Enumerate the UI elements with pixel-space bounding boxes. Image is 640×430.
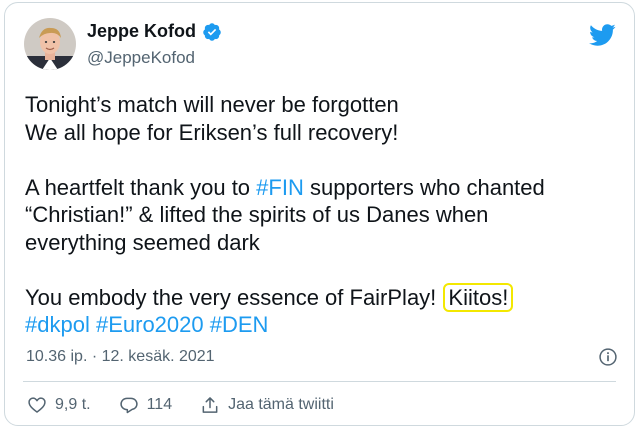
tweet-line: We all hope for Eriksen’s full recovery! [25, 119, 399, 145]
tweet-line: A heartfelt thank you to #FIN supporters… [25, 174, 625, 202]
tweet-line: You embody the very essence of FairPlay!… [25, 282, 625, 312]
hashtag-link[interactable]: #dkpol [25, 312, 90, 337]
tweet-text: Tonight’s match will never be forgotten … [25, 91, 625, 339]
tweet-card: Jeppe Kofod @JeppeKofod Tonight’s match … [4, 2, 635, 426]
tweet-text-segment: supporters who chanted [303, 174, 545, 200]
action-bar: 9,9 t. 114 Jaa tämä twiitti [27, 395, 362, 415]
tweet-text-segment: You embody the very essence of FairPlay! [25, 284, 443, 310]
info-icon[interactable] [598, 347, 618, 367]
share-icon [202, 397, 218, 413]
author-name-row[interactable]: Jeppe Kofod [87, 21, 222, 42]
like-count: 9,9 t. [55, 396, 91, 413]
author-name[interactable]: Jeppe Kofod [87, 21, 196, 42]
tweet-line: “Christian!” & lifted the spirits of us … [25, 202, 489, 227]
author-handle[interactable]: @JeppeKofod [87, 48, 195, 68]
reply-button[interactable]: 114 [119, 395, 173, 415]
reply-icon [119, 397, 138, 414]
share-button[interactable]: Jaa tämä twiitti [200, 395, 334, 415]
like-button[interactable]: 9,9 t. [27, 395, 91, 415]
avatar-image [24, 18, 76, 70]
tweet-line: Tonight’s match will never be forgotten [25, 92, 399, 117]
tweet-timestamp[interactable]: 10.36 ip. · 12. kesäk. 2021 [26, 348, 215, 366]
hashtag-link[interactable]: #Euro2020 [96, 312, 204, 337]
tweet-text-segment: A heartfelt thank you to [25, 174, 257, 200]
verified-badge-icon [203, 22, 221, 41]
tweet-line: everything seemed dark [25, 229, 260, 255]
twitter-bird-icon[interactable] [588, 21, 616, 49]
avatar[interactable] [24, 18, 76, 70]
highlighted-word: Kiitos! [443, 282, 514, 312]
divider [23, 381, 616, 382]
hashtag-row: #dkpol #Euro2020 #DEN [25, 311, 625, 339]
hashtag-link[interactable]: #DEN [210, 312, 269, 337]
reply-count: 114 [146, 396, 173, 413]
hashtag-link[interactable]: #FIN [256, 175, 304, 200]
heart-icon [28, 397, 46, 413]
share-label: Jaa tämä twiitti [228, 396, 334, 413]
